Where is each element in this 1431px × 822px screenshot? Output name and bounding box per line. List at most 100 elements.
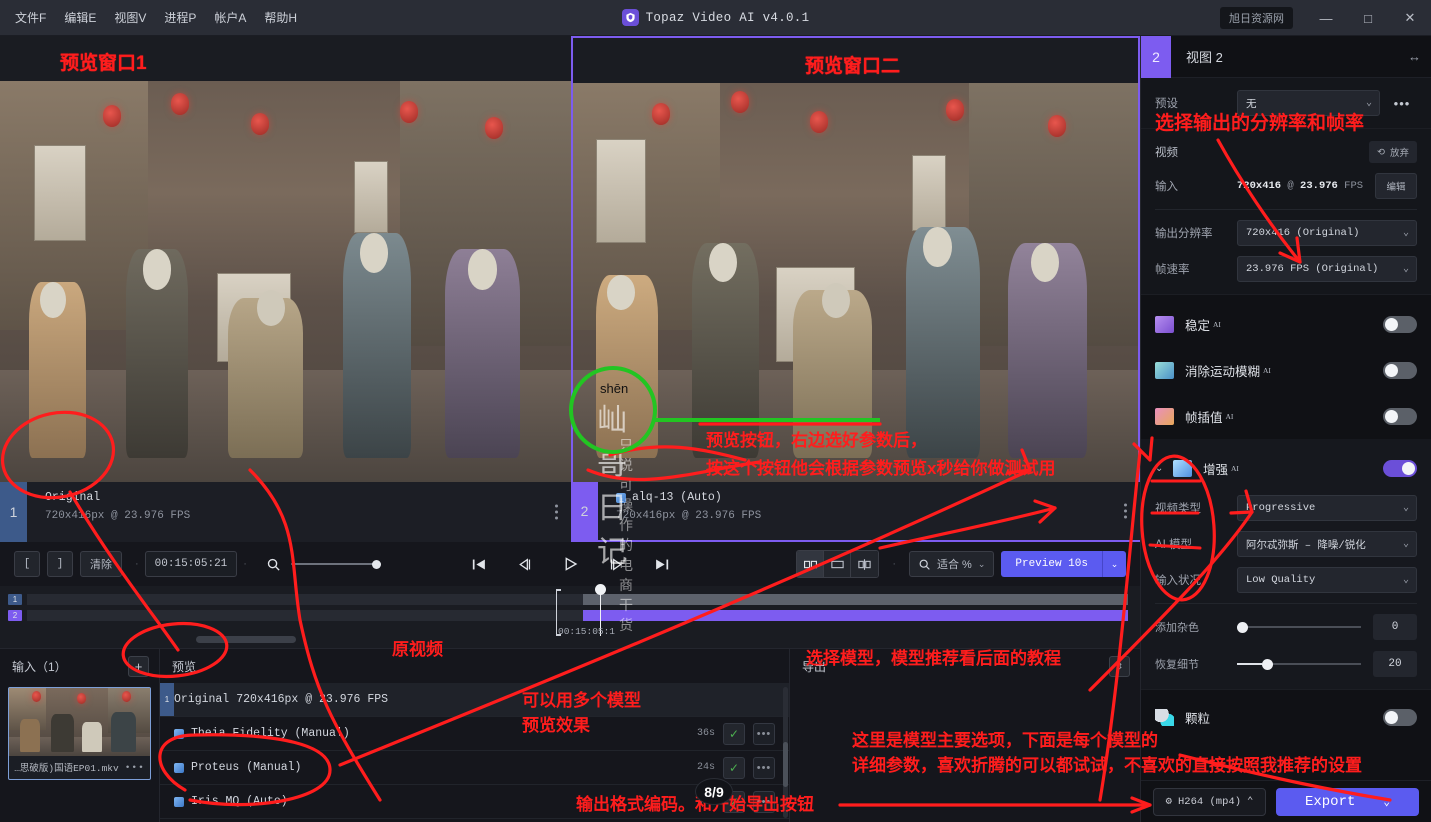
add-noise-slider-knob[interactable] [1237, 621, 1248, 633]
feature-row-frame-interpolation[interactable]: 帧插值 AI [1141, 393, 1431, 439]
preview-pane-2[interactable]: 预览窗口二 [571, 36, 1140, 482]
menu-bar: 文件F 编辑E 视图V 进程P 帐户A 帮助H [0, 5, 306, 30]
preview-list[interactable]: 1 Original 720x416px @ 23.976 FPS Theia … [160, 683, 789, 822]
preview-list-row[interactable]: Theia Fidelity (Manual) 36s ✓ ••• [160, 717, 789, 751]
preview-info-card-1[interactable]: 1 Original 720x416px @ 23.976 FPS [0, 482, 571, 542]
ai-model-select[interactable]: 阿尔忒弥斯 – 降噪/锐化 ⌄ [1237, 531, 1417, 557]
preview-row-menu-icon[interactable]: ••• [753, 756, 775, 779]
preview-pane-1[interactable]: 预览窗口1 [0, 36, 571, 482]
codec-selector-button[interactable]: ⚙ H264 (mp4) ⌃ [1153, 787, 1266, 816]
frame-interpolation-toggle[interactable] [1383, 407, 1417, 425]
output-resolution-label: 输出分辨率 [1155, 228, 1213, 240]
preview-row-duration: 36s [696, 728, 715, 739]
preview-list-row[interactable]: Proteus (Manual) 24s ✓ ••• [160, 751, 789, 785]
export-label: Export [1304, 793, 1356, 810]
preview-row-menu-icon[interactable]: ••• [753, 790, 775, 813]
timeline-track-2[interactable]: 2 [0, 610, 1140, 621]
timeline-track-1[interactable]: 1 [0, 594, 1140, 605]
video-reset-button[interactable]: ⟲ 放弃 [1369, 141, 1417, 163]
export-panel: 导出 ⇳ [790, 649, 1140, 822]
settings-scroll-area[interactable]: 预设 无 ⌄ ••• 视频 ⟲ 放弃 输入 720x416 @ 23.976 F… [1141, 78, 1431, 780]
edit-input-button[interactable]: 编辑 [1375, 173, 1417, 199]
recover-detail-value[interactable]: 20 [1373, 651, 1417, 677]
maximize-button[interactable]: □ [1347, 0, 1389, 36]
menu-item-process[interactable]: 进程P [155, 5, 205, 30]
preset-select[interactable]: 无 ⌄ [1237, 90, 1380, 116]
zoom-slider-knob[interactable] [371, 559, 381, 569]
enhance-header-row[interactable]: ⌄ 增强 AI [1155, 451, 1417, 485]
recover-detail-slider[interactable] [1237, 658, 1361, 670]
current-timecode[interactable]: 00:15:05:21 [144, 551, 238, 577]
stabilize-ai-badge: AI [1213, 319, 1221, 329]
preview-options-chevron-icon[interactable]: ⌄ [1102, 551, 1126, 577]
zoom-slider[interactable] [290, 553, 381, 575]
preview-row-check-icon[interactable]: ✓ [723, 722, 745, 745]
menu-item-file[interactable]: 文件F [6, 5, 55, 30]
menu-item-view[interactable]: 视图V [105, 5, 155, 30]
preview-info-card-2-menu-icon[interactable] [1124, 501, 1128, 522]
preview-info-card-1-title: Original [45, 491, 101, 504]
clear-marks-button[interactable]: 清除 [80, 551, 122, 577]
view-index-badge: 2 [1141, 35, 1171, 78]
timeline-in-marker[interactable] [556, 589, 561, 636]
input-file-card[interactable]: …思破版)国语EP01.mkv ••• [8, 687, 151, 780]
input-file-menu-icon[interactable]: ••• [125, 762, 145, 773]
view-mode-single-icon[interactable] [824, 551, 852, 577]
timeline-track-1-bar[interactable] [27, 594, 1128, 605]
minimize-button[interactable]: — [1305, 0, 1347, 36]
export-button[interactable]: Export ⌄ [1276, 787, 1419, 816]
preview-10s-button[interactable]: Preview 10s [1001, 551, 1102, 577]
preview-row-check-icon[interactable]: ✓ [723, 756, 745, 779]
feature-row-grain[interactable]: 颗粒 [1141, 694, 1431, 740]
view-mode-side-by-side-icon[interactable] [797, 551, 825, 577]
input-condition-row: 输入状况 Low Quality ⌄ [1155, 567, 1417, 593]
add-noise-slider[interactable] [1237, 621, 1361, 633]
preview-list-scrollbar[interactable] [783, 687, 788, 818]
step-back-icon[interactable] [513, 553, 535, 575]
stabilize-toggle[interactable] [1383, 315, 1417, 333]
add-input-button[interactable]: + [128, 656, 149, 677]
app-title: Topaz Video AI v4.0.1 [645, 10, 810, 25]
zoom-search-icon[interactable] [263, 553, 285, 575]
framerate-select[interactable]: 23.976 FPS (Original) ⌄ [1237, 256, 1417, 282]
fit-zoom-selector[interactable]: 适合 % ⌄ [908, 551, 995, 577]
expand-panel-icon[interactable]: ↔ [1408, 49, 1421, 64]
motion-deblur-toggle[interactable] [1383, 361, 1417, 379]
grain-toggle[interactable] [1383, 708, 1417, 726]
step-forward-icon[interactable] [605, 553, 627, 575]
enhance-ai-badge: AI [1231, 463, 1239, 473]
chevron-down-icon[interactable]: ⌄ [1155, 463, 1169, 474]
preset-more-button[interactable]: ••• [1387, 90, 1417, 116]
enhance-toggle[interactable] [1383, 459, 1417, 477]
preview-pane-1-header: 预览窗口1 [0, 36, 571, 81]
timeline-horizontal-scrollbar[interactable] [196, 636, 296, 643]
video-type-select[interactable]: Progressive ⌄ [1237, 495, 1417, 521]
menu-item-account[interactable]: 帐户A [205, 5, 255, 30]
add-noise-label: 添加杂色 [1155, 622, 1199, 634]
preview-info-card-1-menu-icon[interactable] [555, 502, 559, 523]
export-sort-button[interactable]: ⇳ [1109, 656, 1130, 677]
preview-row-name: Proteus (Manual) [191, 761, 302, 774]
mark-out-button[interactable]: ] [47, 551, 73, 577]
preview-row-menu-icon[interactable]: ••• [753, 722, 775, 745]
play-icon[interactable] [559, 553, 581, 575]
recover-detail-slider-knob[interactable] [1261, 658, 1273, 670]
input-condition-select[interactable]: Low Quality ⌄ [1237, 567, 1417, 593]
preview-info-card-2[interactable]: 2 alq-13 (Auto) 720x416px @ 23.976 FPS [571, 482, 1140, 542]
motion-deblur-icon [1155, 361, 1174, 379]
fit-zoom-label: 适合 % [936, 559, 972, 571]
view-mode-split-icon[interactable] [851, 551, 879, 577]
feature-row-motion-deblur[interactable]: 消除运动模糊 AI [1141, 347, 1431, 393]
output-resolution-select[interactable]: 720x416 (Original) ⌄ [1237, 220, 1417, 246]
timeline-track-2-bar[interactable] [27, 610, 1128, 621]
preview-list-row-original[interactable]: 1 Original 720x416px @ 23.976 FPS [160, 683, 789, 717]
skip-to-end-icon[interactable] [651, 553, 673, 575]
menu-item-help[interactable]: 帮助H [255, 5, 306, 30]
feature-row-stabilize[interactable]: 稳定 AI [1141, 301, 1431, 347]
mark-in-button[interactable]: [ [14, 551, 40, 577]
skip-to-start-icon[interactable] [467, 553, 489, 575]
add-noise-value[interactable]: 0 [1373, 614, 1417, 640]
close-button[interactable]: ✕ [1389, 0, 1431, 36]
menu-item-edit[interactable]: 编辑E [55, 5, 105, 30]
timeline[interactable]: 1 2 00:15:05:1 [0, 584, 1140, 648]
